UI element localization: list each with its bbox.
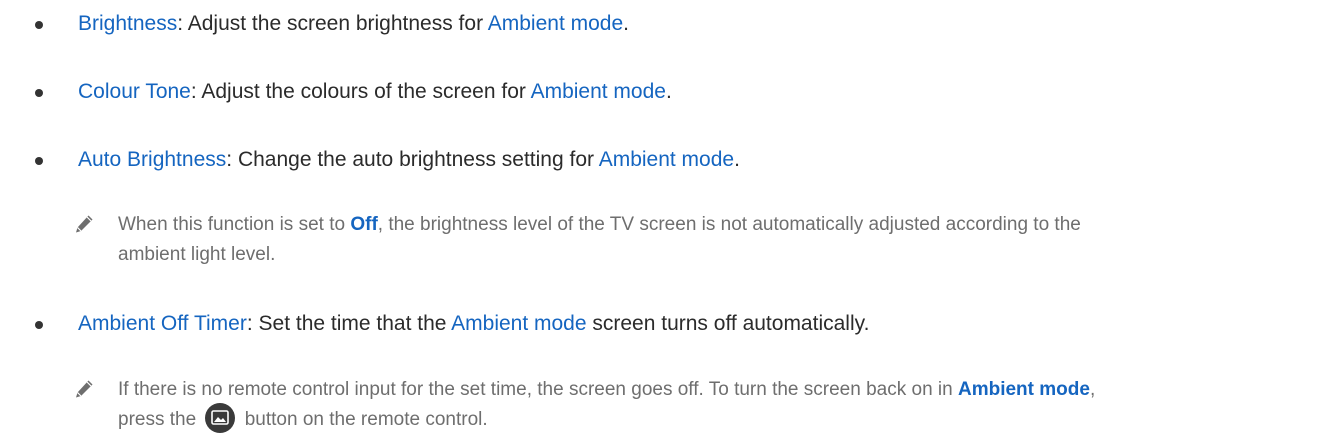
separator: : <box>177 12 188 35</box>
description: Adjust the screen brightness for <box>187 12 488 35</box>
bullet <box>35 89 43 97</box>
pencil-icon <box>76 215 93 233</box>
term-colour-tone: Colour Tone <box>78 80 191 103</box>
note-text-line2-pre: press the <box>118 409 202 430</box>
period: . <box>734 148 740 171</box>
item-text: Colour Tone: Adjust the colours of the s… <box>78 77 672 107</box>
period: . <box>665 80 672 103</box>
ref-ambient-mode: Ambient mode <box>530 80 666 103</box>
note-text-line2-post: button on the remote control. <box>239 409 488 430</box>
note-text-pre: If there is no remote control input for … <box>118 379 958 400</box>
item-text: Auto Brightness: Change the auto brightn… <box>78 145 740 175</box>
separator: : <box>246 312 259 335</box>
note-text-post: , the brightness level of the TV screen … <box>377 214 1081 235</box>
description-tail: screen turns off automatically. <box>586 312 870 335</box>
description: Adjust the colours of the screen for <box>201 80 531 103</box>
term-brightness: Brightness <box>78 12 178 35</box>
term-ambient-off-timer: Ambient Off Timer <box>78 312 247 335</box>
bullet <box>35 157 43 165</box>
item-text: Ambient Off Timer: Set the time that the… <box>78 309 869 339</box>
ref-ambient-mode: Ambient mode <box>598 148 735 171</box>
comma: , <box>1089 379 1096 400</box>
bullet <box>35 21 43 29</box>
bullet <box>35 321 43 329</box>
ambient-mode-button-icon <box>205 402 236 433</box>
separator: : <box>226 148 238 171</box>
note-text-line2: ambient light level. <box>118 244 276 265</box>
ref-ambient-mode: Ambient mode <box>957 379 1090 400</box>
pencil-icon <box>76 380 93 398</box>
description: Change the auto brightness setting for <box>237 148 599 171</box>
ref-ambient-mode: Ambient mode <box>451 312 587 335</box>
ref-off: Off <box>350 214 378 235</box>
separator: : <box>190 80 202 103</box>
note-text: When this function is set to Off, the br… <box>118 210 1313 270</box>
term-auto-brightness: Auto Brightness <box>78 148 227 171</box>
item-text: Brightness: Adjust the screen brightness… <box>78 9 629 39</box>
period: . <box>623 12 629 35</box>
note-text: If there is no remote control input for … <box>118 375 1313 435</box>
description: Set the time that the <box>258 312 452 335</box>
note-text-pre: When this function is set to <box>118 214 351 235</box>
ref-ambient-mode: Ambient mode <box>487 12 624 35</box>
